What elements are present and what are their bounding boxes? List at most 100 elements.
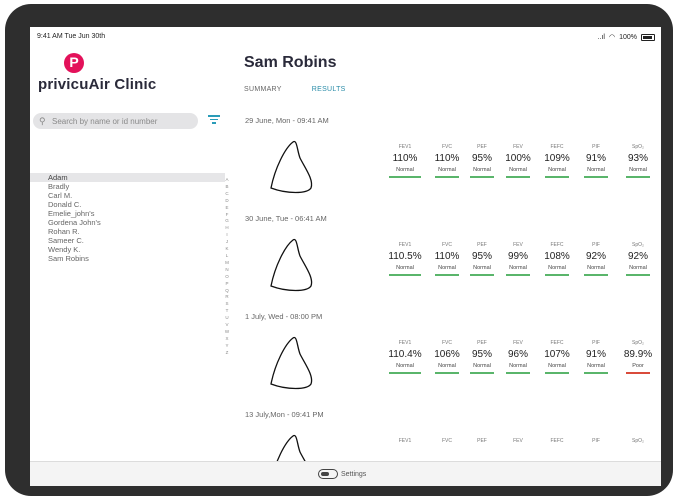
metric-status: Normal	[587, 265, 605, 271]
alphabet-letter[interactable]: L	[223, 253, 231, 260]
metric-label: PEF	[477, 144, 487, 150]
record-date: 13 July,Mon - 09:41 PM	[245, 410, 324, 419]
metric-value: 109%	[544, 153, 570, 164]
metric-status: Normal	[396, 363, 414, 369]
metric-label: FEV	[513, 144, 523, 150]
metric-label: FEV	[513, 438, 523, 444]
alphabet-letter[interactable]: C	[223, 191, 231, 198]
alphabet-letter[interactable]: E	[223, 205, 231, 212]
alphabet-letter[interactable]: V	[223, 322, 231, 329]
record-date: 1 July, Wed - 08:00 PM	[245, 312, 323, 321]
alphabet-letter[interactable]: Z	[223, 350, 231, 357]
metric-value: 110%	[434, 251, 460, 262]
metric-value	[430, 446, 464, 460]
alphabet-index[interactable]: ABCDEFGHIJKLMNOPQRSTUVWXYZ	[223, 177, 231, 357]
patient-list-item[interactable]: Gordena John's	[30, 218, 225, 227]
metric-value: 106%	[434, 349, 460, 360]
filter-icon[interactable]	[208, 115, 220, 125]
search-bar[interactable]: ⚲	[33, 113, 198, 129]
metric-value: 100%	[505, 153, 531, 164]
alphabet-letter[interactable]: G	[223, 218, 231, 225]
settings-button[interactable]: Settings	[318, 469, 366, 479]
alphabet-letter[interactable]: D	[223, 198, 231, 205]
metric-label: FEV1	[398, 144, 412, 150]
metric-cell: SpO₂ 92% Normal	[620, 241, 656, 276]
toggle-icon	[318, 469, 338, 479]
metric-value: 93%	[627, 153, 648, 164]
alphabet-letter[interactable]: A	[223, 177, 231, 184]
metric-label: SpO₂	[632, 438, 644, 444]
metric-value: 99%	[507, 251, 528, 262]
metric-value: 107%	[544, 349, 570, 360]
status-bar	[506, 176, 530, 178]
status-bar	[389, 176, 421, 178]
metric-label: SpO₂	[632, 144, 644, 150]
flow-volume-loop-icon	[270, 140, 313, 194]
status-bar	[470, 372, 494, 374]
metric-status: Normal	[548, 265, 566, 271]
metric-label: FEFC	[550, 242, 564, 248]
patient-list-item[interactable]: Rohan R.	[30, 227, 225, 236]
metric-label: FEV1	[398, 438, 412, 444]
alphabet-letter[interactable]: Q	[223, 288, 231, 295]
metric-value: 110.5%	[388, 251, 422, 262]
alphabet-letter[interactable]: Y	[223, 343, 231, 350]
metric-label: FVC	[442, 242, 452, 248]
alphabet-letter[interactable]: O	[223, 274, 231, 281]
tablet-frame: 9:41 AM Tue Jun 30th ..ıl ◠ 100% P privi…	[5, 4, 673, 496]
patient-list-item[interactable]: Emelie_john's	[30, 209, 225, 218]
battery-percent: 100%	[619, 33, 637, 41]
patient-list-item[interactable]: Bradly	[30, 182, 225, 191]
alphabet-letter[interactable]: B	[223, 184, 231, 191]
alphabet-letter[interactable]: R	[223, 294, 231, 301]
alphabet-letter[interactable]: I	[223, 232, 231, 239]
status-bar	[584, 176, 608, 178]
alphabet-letter[interactable]: W	[223, 329, 231, 336]
alphabet-letter[interactable]: N	[223, 267, 231, 274]
metric-cell: FVC 110% Normal	[430, 143, 464, 178]
metric-label: FVC	[442, 144, 452, 150]
tab-results[interactable]: RESULTS	[312, 86, 346, 93]
clinic-name: privicuAir Clinic	[38, 76, 157, 93]
alphabet-letter[interactable]: X	[223, 336, 231, 343]
status-time: 9:41 AM Tue Jun 30th	[37, 33, 106, 40]
status-bar	[470, 176, 494, 178]
patient-list-item[interactable]: Wendy K.	[30, 245, 225, 254]
patient-list-item[interactable]: Sam Robins	[30, 254, 225, 263]
alphabet-letter[interactable]: K	[223, 246, 231, 253]
metric-value: 96%	[507, 349, 528, 360]
status-bar	[435, 176, 459, 178]
alphabet-letter[interactable]: U	[223, 315, 231, 322]
tab-summary[interactable]: SUMMARY	[244, 86, 282, 93]
metric-value: 95%	[471, 349, 492, 360]
alphabet-letter[interactable]: H	[223, 225, 231, 232]
status-bar	[584, 274, 608, 276]
alphabet-letter[interactable]: P	[223, 281, 231, 288]
metric-value: 110.4%	[388, 349, 422, 360]
patient-list-item[interactable]: Donald C.	[30, 200, 225, 209]
alphabet-letter[interactable]: S	[223, 301, 231, 308]
metric-status: Normal	[438, 363, 456, 369]
alphabet-letter[interactable]: M	[223, 260, 231, 267]
patient-name: Sam Robins	[244, 54, 337, 71]
patient-list-item[interactable]: Carl M.	[30, 191, 225, 200]
metric-label: FEV	[513, 242, 523, 248]
metric-cell: FVC 110% Normal	[430, 241, 464, 276]
metric-value	[385, 446, 425, 460]
metric-value	[620, 446, 656, 460]
alphabet-letter[interactable]: F	[223, 212, 231, 219]
alphabet-letter[interactable]: J	[223, 239, 231, 246]
metric-label: FEFC	[550, 144, 564, 150]
alphabet-letter[interactable]: T	[223, 308, 231, 315]
patient-list-item[interactable]: Adam	[30, 173, 225, 182]
metric-status: Normal	[473, 363, 491, 369]
metric-status: Normal	[587, 167, 605, 173]
status-indicators: ..ıl ◠ 100%	[598, 33, 655, 41]
bottom-bar: Settings	[30, 461, 661, 486]
search-input[interactable]	[49, 116, 192, 126]
status-bar	[435, 372, 459, 374]
metric-cell: FEFC 108% Normal	[541, 241, 573, 276]
patient-list: Adam Bradly Carl M. Donald C. Emelie_john's G…	[30, 173, 225, 263]
patient-list-item[interactable]: Sameer C.	[30, 236, 225, 245]
metric-cell: FEV 96% Normal	[503, 339, 533, 374]
